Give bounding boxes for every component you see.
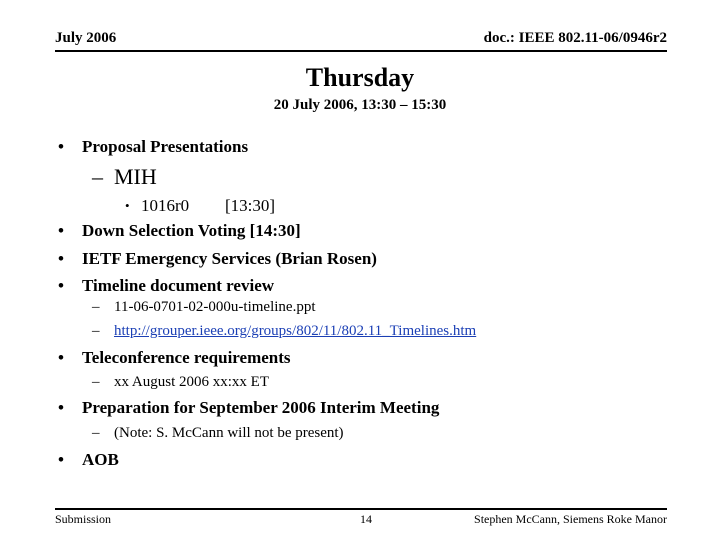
- agenda-item-label: IETF Emergency Services (Brian Rosen): [82, 249, 377, 268]
- agenda-item-label: Teleconference requirements: [82, 348, 291, 367]
- slide-title: Thursday: [305, 63, 415, 92]
- header-date: July 2006: [55, 30, 117, 46]
- teleconference-time: xx August 2006 xx:xx ET: [114, 374, 270, 390]
- agenda-item-label: Proposal Presentations: [82, 137, 249, 156]
- dash-icon: –: [92, 299, 100, 315]
- dash-icon: –: [92, 425, 100, 441]
- footer-author: Stephen McCann, Siemens Roke Manor: [474, 512, 667, 526]
- slide-header: July 2006 doc.: IEEE 802.11-06/0946r2: [55, 28, 667, 52]
- bullet-icon: •: [58, 348, 64, 367]
- dash-icon: –: [92, 164, 103, 189]
- slide-subtitle: 20 July 2006, 13:30 – 15:30: [273, 97, 447, 113]
- agenda-item-label: AOB: [82, 450, 119, 469]
- timeline-file: 11-06-0701-02-000u-timeline.ppt: [114, 299, 316, 315]
- bullet-icon: •: [58, 450, 64, 469]
- agenda-item-label: Timeline document review: [82, 276, 275, 295]
- presentation-doc: 1016r0: [141, 196, 190, 215]
- header-doc-id: doc.: IEEE 802.11-06/0946r2: [483, 30, 667, 46]
- agenda-subitem-label: MIH: [114, 164, 157, 189]
- presentation-time: [13:30]: [225, 196, 276, 215]
- bullet-icon: •: [58, 137, 64, 156]
- bullet-icon: •: [125, 198, 130, 213]
- bullet-icon: •: [58, 221, 64, 240]
- bullet-icon: •: [58, 249, 64, 268]
- agenda-item-label: Preparation for September 2006 Interim M…: [82, 398, 440, 417]
- timeline-link[interactable]: http://grouper.ieee.org/groups/802/11/80…: [114, 323, 476, 340]
- agenda-item-label: Down Selection Voting [14:30]: [82, 221, 301, 240]
- dash-icon: –: [92, 374, 100, 390]
- footer-submission: Submission: [55, 512, 112, 526]
- bullet-icon: •: [58, 276, 64, 295]
- dash-icon: –: [92, 323, 100, 339]
- slide-footer: Submission 14 Stephen McCann, Siemens Ro…: [55, 508, 667, 526]
- page-number: 14: [360, 512, 372, 526]
- preparation-note: (Note: S. McCann will not be present): [114, 425, 344, 441]
- bullet-icon: •: [58, 398, 64, 417]
